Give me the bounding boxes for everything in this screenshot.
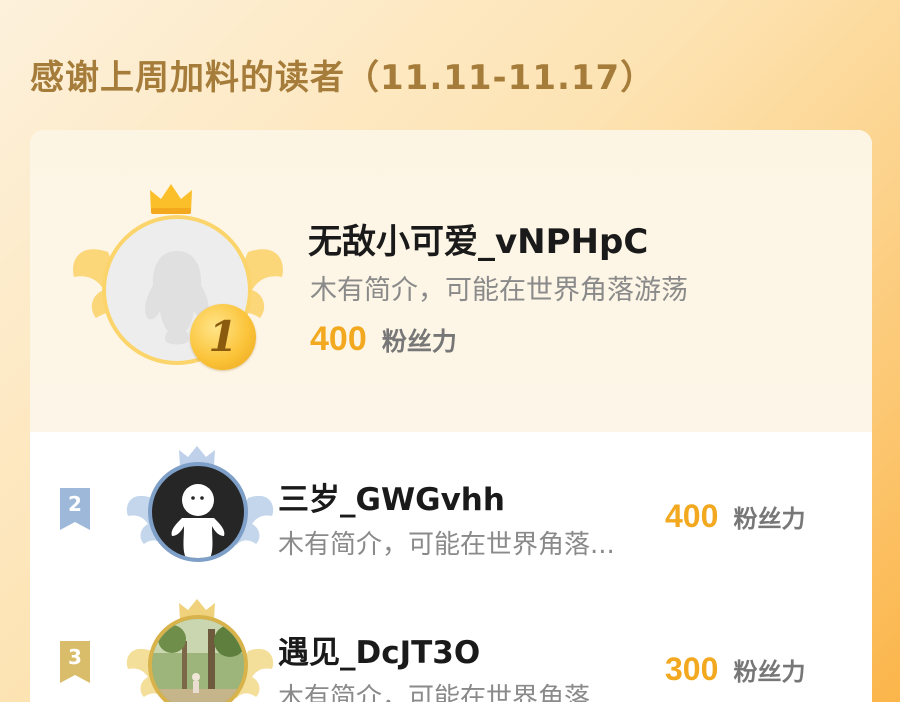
fan-power-unit: 粉丝力: [381, 327, 457, 356]
reader-name[interactable]: 无敌小可爱_vNPHpC: [308, 214, 648, 263]
crown-icon: [150, 184, 192, 214]
reader-name[interactable]: 遇见_DcJT3O: [278, 627, 480, 672]
photo-avatar: [152, 619, 244, 702]
white-figure-icon: [171, 484, 225, 558]
fan-power-value: 400: [665, 498, 719, 534]
reader-item-rank-1[interactable]: 1 无敌小可爱_vNPHpC 木有简介，可能在世界角落游荡 400 粉丝力: [30, 130, 872, 432]
rank-badge: 2: [60, 488, 90, 534]
rank-number: 2: [68, 492, 82, 516]
reader-bio: 木有简介，可能在世界角落...: [278, 530, 615, 560]
fan-power: 400 粉丝力: [310, 320, 457, 359]
fan-power: 400 粉丝力: [665, 498, 805, 535]
reader-ranking-card: 1 无敌小可爱_vNPHpC 木有简介，可能在世界角落游荡 400 粉丝力 2: [30, 130, 872, 702]
reader-item-rank-2[interactable]: 2 三岁_GWGvhh 木有简介，可能在世界角落... 400 粉丝力: [30, 432, 872, 582]
reader-item-rank-3[interactable]: 3 遇见_DcJT3O 木有简介，可能在世界角落... 300 粉丝力: [30, 585, 872, 702]
fan-power: 300 粉丝力: [665, 651, 805, 688]
fan-power-unit: 粉丝力: [733, 505, 806, 533]
reader-bio: 木有简介，可能在世界角落游荡: [310, 275, 688, 306]
reader-bio: 木有简介，可能在世界角落...: [278, 683, 615, 702]
fan-power-value: 400: [310, 320, 367, 358]
page-title: 感谢上周加料的读者（11.11-11.17）: [30, 58, 656, 98]
rank-number: 3: [68, 645, 82, 669]
fan-power-unit: 粉丝力: [733, 658, 806, 686]
rank-badge: 3: [60, 641, 90, 687]
rank-1-medal: 1: [190, 304, 256, 370]
fan-power-value: 300: [665, 651, 719, 687]
reader-name[interactable]: 三岁_GWGvhh: [278, 474, 505, 519]
avatar[interactable]: [148, 462, 248, 562]
